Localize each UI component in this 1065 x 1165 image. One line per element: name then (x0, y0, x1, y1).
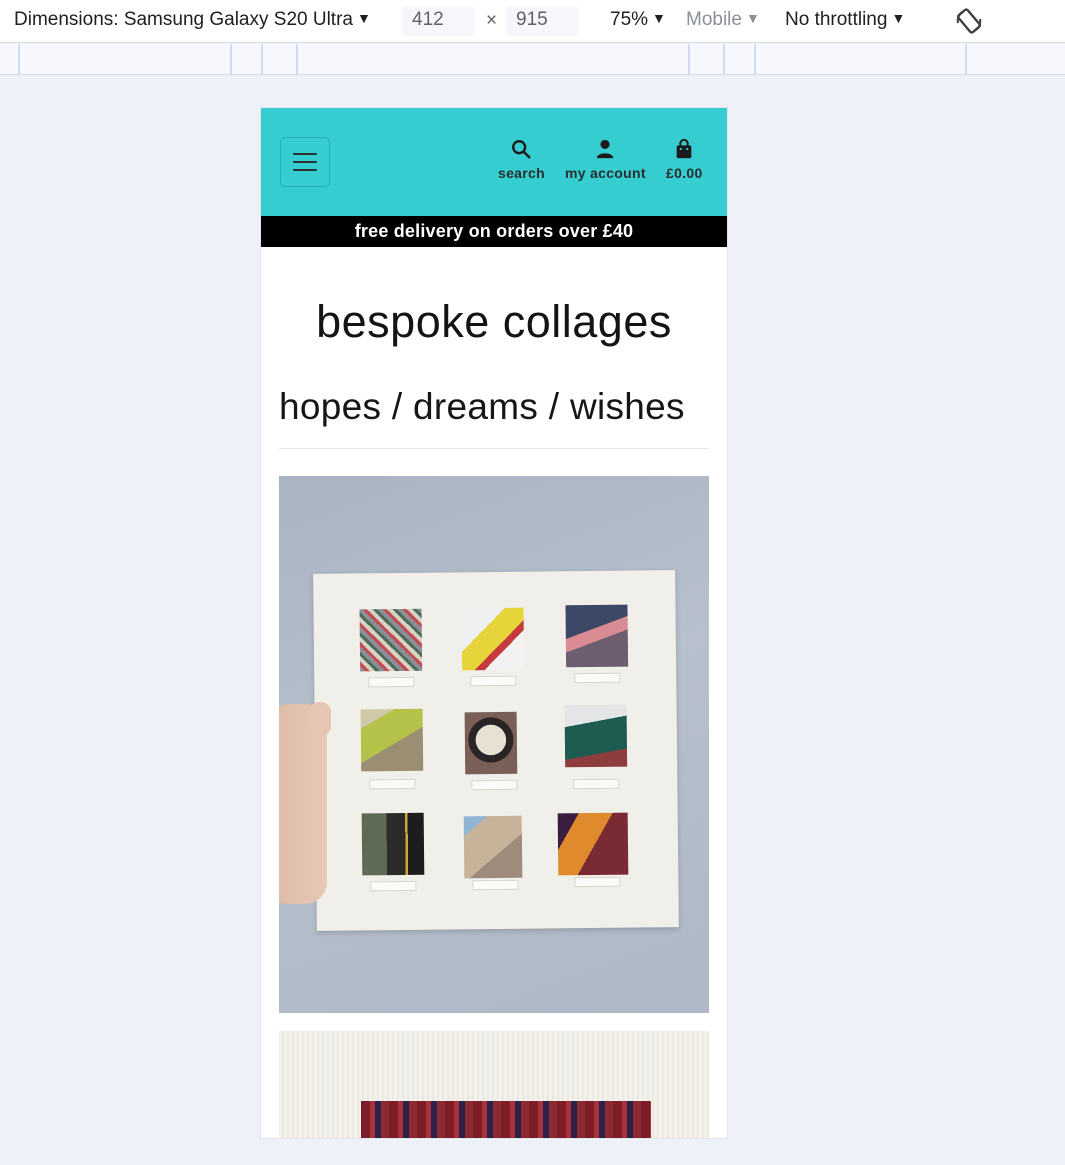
caret-down-icon: ▼ (356, 10, 371, 26)
zoom-dropdown[interactable]: 75% ▼ (610, 9, 666, 31)
account-label: my account (565, 165, 646, 181)
collage-tile (464, 711, 518, 775)
ruler-marker[interactable] (230, 44, 232, 75)
shopping-bag-icon (676, 138, 692, 159)
hamburger-line-icon (293, 153, 317, 155)
product-image[interactable] (279, 476, 709, 1013)
cart-link[interactable]: £0.00 (666, 138, 703, 181)
free-delivery-banner: free delivery on orders over £40 (261, 216, 727, 247)
page-title: bespoke collages (316, 296, 672, 347)
devtools-device-toolbar: Dimensions: Samsung Galaxy S20 Ultra ▼ 41… (0, 0, 1065, 43)
throttling-label: No throttling (785, 9, 888, 30)
height-input[interactable]: 915 (506, 6, 578, 36)
collage-label (470, 675, 517, 687)
width-input[interactable]: 412 (402, 6, 474, 36)
collage-tile (564, 704, 628, 768)
cart-total: £0.00 (666, 165, 703, 181)
collage-label (574, 876, 621, 888)
device-dimensions-dropdown[interactable]: Dimensions: Samsung Galaxy S20 Ultra ▼ (14, 9, 371, 31)
device-type-dropdown[interactable]: Mobile ▼ (686, 9, 760, 31)
collage-tile (463, 815, 523, 879)
search-icon (512, 140, 532, 159)
user-icon (597, 139, 614, 159)
rotate-device-icon[interactable] (953, 5, 985, 37)
product-image-2[interactable] (279, 1031, 709, 1138)
collage-label (471, 779, 518, 791)
ruler-marker[interactable] (965, 44, 967, 75)
collage-tile (565, 604, 629, 668)
collage-label (574, 672, 621, 684)
device-type-label: Mobile (686, 9, 742, 30)
divider (279, 448, 709, 449)
collage-tile (557, 812, 629, 876)
hamburger-line-icon (293, 161, 317, 163)
account-link[interactable]: my account (565, 138, 646, 181)
rug-collage (361, 1101, 651, 1138)
ruler-marker[interactable] (754, 44, 756, 75)
ruler-marker[interactable] (18, 44, 20, 75)
menu-toggle-button[interactable] (280, 137, 330, 187)
ruler-marker[interactable] (688, 44, 690, 75)
collage-tile (360, 708, 424, 772)
site-header: search my account £0.00 (261, 108, 727, 216)
zoom-label: 75% (610, 9, 649, 30)
ruler-marker[interactable] (261, 44, 263, 75)
collage-tile (461, 607, 525, 671)
collage-label (573, 778, 620, 790)
device-dimensions-label: Dimensions: Samsung Galaxy S20 Ultra (14, 9, 353, 30)
collage-label (472, 879, 519, 891)
caret-down-icon: ▼ (891, 10, 906, 26)
hamburger-line-icon (293, 169, 317, 171)
search-link[interactable]: search (498, 138, 545, 181)
device-viewport: search my account £0.00 free delivery on… (261, 108, 727, 1138)
media-query-ruler[interactable] (0, 44, 1065, 75)
collage-tile (359, 608, 423, 672)
times-sign: × (486, 10, 498, 31)
thumb (309, 702, 331, 736)
product-title: hopes / dreams / wishes (279, 386, 685, 427)
ruler-marker[interactable] (296, 44, 298, 75)
caret-down-icon: ▼ (745, 10, 760, 26)
collage-tile (361, 812, 425, 876)
search-label: search (498, 165, 545, 181)
throttling-dropdown[interactable]: No throttling ▼ (785, 9, 905, 31)
collage-label (370, 880, 417, 892)
collage-paper (313, 570, 679, 931)
collage-label (369, 778, 416, 790)
collage-label (368, 676, 415, 688)
ruler-marker[interactable] (723, 44, 725, 75)
caret-down-icon: ▼ (652, 10, 666, 26)
